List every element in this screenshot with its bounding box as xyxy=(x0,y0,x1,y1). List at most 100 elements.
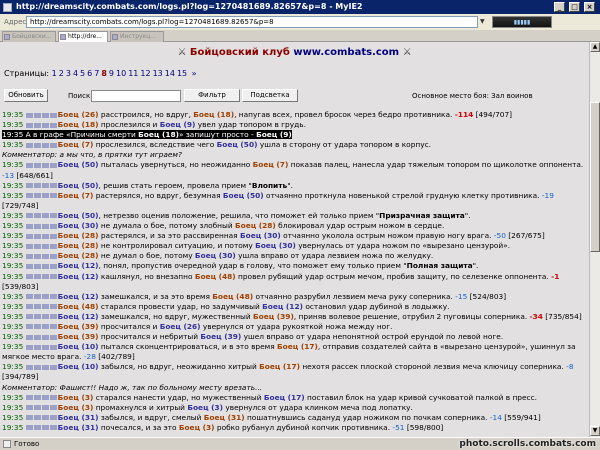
maximize-button[interactable]: □ xyxy=(569,2,580,12)
damage-icon xyxy=(25,181,58,190)
fighter-name[interactable]: Боец (28) xyxy=(235,221,276,230)
fighter-name[interactable]: Боец (3) xyxy=(58,403,94,412)
fighter-name[interactable]: Боец (50) xyxy=(217,140,258,149)
damage-icon xyxy=(25,393,58,402)
scroll-thumb[interactable] xyxy=(590,102,600,252)
fighter-name[interactable]: Боец (9) xyxy=(256,130,292,139)
fighter-name[interactable]: Боец (28) xyxy=(58,251,99,260)
scroll-down-icon[interactable]: ▼ xyxy=(590,426,600,436)
close-button[interactable]: × xyxy=(584,2,595,12)
fighter-name[interactable]: Боец (7) xyxy=(58,191,94,200)
fighter-name[interactable]: Боец (12) xyxy=(262,302,303,311)
fighter-name[interactable]: Боец (30) xyxy=(240,231,281,240)
fighter-name[interactable]: Боец (50) xyxy=(58,181,99,190)
fighter-name[interactable]: Боец (12) xyxy=(58,272,99,281)
fighter-name[interactable]: Боец (3) xyxy=(187,403,223,412)
log-entry: 19:35 Боец (39) просчитался и Боец (26) … xyxy=(2,321,393,331)
fighter-name[interactable]: Боец (48) xyxy=(212,292,253,301)
club-url-link[interactable]: www.combats.com xyxy=(293,47,399,58)
fighter-name[interactable]: Боец (31) xyxy=(58,423,99,432)
log-entry: 19:35 Боец (12) замешкался, и за это вре… xyxy=(2,291,507,301)
page-link[interactable]: 10 xyxy=(116,69,126,78)
page-link[interactable]: 12 xyxy=(140,69,150,78)
page-link[interactable]: 8 xyxy=(101,69,107,78)
log-time: 19:35 xyxy=(2,271,24,281)
fighter-name[interactable]: Боец (39) xyxy=(200,332,241,341)
page-content: ⚔ Бойцовский клуб www.combats.com ⚔ Стра… xyxy=(0,42,589,437)
url-input[interactable]: http://dreamscity.combats.com/logs.pl?lo… xyxy=(26,16,478,28)
log-time: 19:35 xyxy=(2,342,24,352)
tab-label: Инструкц... xyxy=(120,33,156,40)
fighter-name[interactable]: Боец (3) xyxy=(58,393,94,402)
log-entry: 19:35 Боец (3) старался нанести удар, но… xyxy=(2,392,538,402)
fighter-name[interactable]: Боец (18) xyxy=(58,120,99,129)
fighter-name[interactable]: Боец (31) xyxy=(58,413,99,422)
page-link[interactable]: 9 xyxy=(109,69,114,78)
fighter-name[interactable]: Боец (48) xyxy=(58,302,99,311)
fighter-name[interactable]: Боец (17) xyxy=(259,362,300,371)
fighter-name[interactable]: Боец (50) xyxy=(58,211,99,220)
log-entry: 19:35 А в графе «Причины смерти Боец (18… xyxy=(2,130,588,140)
highlight-button[interactable]: Подсветка xyxy=(242,89,298,102)
fighter-name[interactable]: Боец (10) xyxy=(58,362,99,371)
fighter-name[interactable]: Боец (39) xyxy=(58,322,99,331)
fighter-name[interactable]: Боец (50) xyxy=(223,191,264,200)
page-link[interactable]: 4 xyxy=(73,69,78,78)
page-link[interactable]: 14 xyxy=(165,69,175,78)
fighter-name[interactable]: Боец (9) xyxy=(160,120,196,129)
fighter-name[interactable]: Боец (10) xyxy=(58,342,99,351)
fighter-name[interactable]: Боец (3) xyxy=(179,423,215,432)
log-time: 19:35 xyxy=(2,231,24,241)
minimize-button[interactable]: _ xyxy=(554,2,565,12)
fighter-name[interactable]: Боец (7) xyxy=(58,140,94,149)
vertical-scrollbar[interactable]: ▲ ▼ xyxy=(589,42,600,437)
fighter-name[interactable]: Боец (28) xyxy=(58,241,99,250)
fighter-name[interactable]: Боец (18) xyxy=(193,110,234,119)
fighter-name[interactable]: Боец (7) xyxy=(253,160,289,169)
damage-icon xyxy=(25,413,58,422)
log-entry: Комментатор: а мы что, в прятки тут игра… xyxy=(2,150,588,160)
fighter-name[interactable]: Боец (17) xyxy=(264,393,305,402)
page-link[interactable]: 3 xyxy=(66,69,71,78)
fighter-name[interactable]: Боец (12) xyxy=(58,261,99,270)
scroll-up-icon[interactable]: ▲ xyxy=(590,42,600,52)
page-link[interactable]: 13 xyxy=(153,69,163,78)
log-entry: 19:35 Боец (12), понял, пропустив очеред… xyxy=(2,261,479,271)
dropdown-arrow-icon[interactable]: ▼ xyxy=(480,16,488,28)
fighter-name[interactable]: Боец (26) xyxy=(160,322,201,331)
log-time: 19:35 xyxy=(2,402,24,412)
page-link[interactable]: 7 xyxy=(94,69,99,78)
fighter-name[interactable]: Боец (31) xyxy=(204,413,245,422)
fighter-name[interactable]: Боец (12) xyxy=(58,292,99,301)
log-time: 19:35 xyxy=(2,180,24,190)
search-input[interactable] xyxy=(91,90,181,102)
tab-2[interactable]: http://dre... xyxy=(58,31,108,42)
more-pages-link[interactable]: » xyxy=(192,69,197,78)
fighter-name[interactable]: Боец (12) xyxy=(58,312,99,321)
fighter-name[interactable]: Боец (30) xyxy=(195,251,236,260)
refresh-button[interactable]: Обновить xyxy=(4,89,48,102)
tab-3[interactable]: Инструкц... xyxy=(110,31,164,42)
page-link[interactable]: 1 xyxy=(52,69,57,78)
fighter-name[interactable]: Боец (17) xyxy=(277,342,318,351)
fighter-name[interactable]: Боец (18) xyxy=(138,130,179,139)
page-link[interactable]: 15 xyxy=(177,69,187,78)
fighter-name[interactable]: Боец (26) xyxy=(58,110,99,119)
filter-button[interactable]: Фильтр xyxy=(184,89,240,102)
tab-1[interactable]: Бойцовски... xyxy=(2,31,56,42)
fighter-name[interactable]: Боец (30) xyxy=(255,241,296,250)
fighter-name[interactable]: Боец (48) xyxy=(195,272,236,281)
page-link[interactable]: 5 xyxy=(80,69,85,78)
fighter-name[interactable]: Боец (30) xyxy=(58,221,99,230)
fighter-name[interactable]: Боец (50) xyxy=(58,160,99,169)
page-link[interactable]: 2 xyxy=(59,69,64,78)
commentator-text: Комментатор: Фашист!! Надо ж, так по бол… xyxy=(2,382,263,392)
log-entry: 19:35 Боец (18) прослезился и Боец (9) у… xyxy=(2,120,306,130)
fighter-name[interactable]: Боец (39) xyxy=(58,332,99,341)
fighter-name[interactable]: Боец (28) xyxy=(58,231,99,240)
log-time: 19:35 xyxy=(2,301,24,311)
damage-icon xyxy=(25,191,58,200)
page-link[interactable]: 11 xyxy=(128,69,138,78)
page-link[interactable]: 6 xyxy=(87,69,92,78)
fighter-name[interactable]: Боец (39) xyxy=(253,312,294,321)
